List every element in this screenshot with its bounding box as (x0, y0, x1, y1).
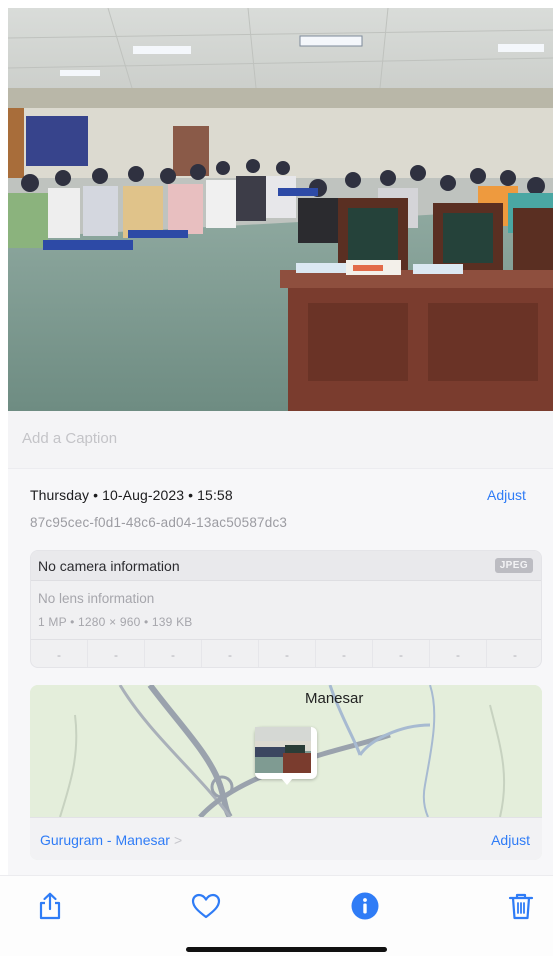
exif-cell: - (430, 640, 487, 667)
map-footer: Gurugram - Manesar > Adjust (30, 817, 542, 860)
bottom-toolbar (0, 875, 553, 956)
heart-icon[interactable] (190, 890, 222, 922)
camera-info-header: No camera information JPEG (31, 551, 541, 581)
exif-row: - - - - - - - - - (31, 639, 541, 667)
map-city-label: Manesar (305, 690, 364, 707)
location-map[interactable]: Manesar Gurugram - Manesar > Adjust (30, 685, 542, 860)
exif-cell: - (259, 640, 316, 667)
lens-info: No lens information (38, 591, 155, 606)
photo-datetime: Thursday • 10-Aug-2023 • 15:58 (30, 487, 233, 503)
exif-cell: - (316, 640, 373, 667)
photo-preview[interactable] (8, 8, 553, 411)
share-icon[interactable] (34, 890, 66, 922)
image-specs: 1 MP • 1280 × 960 • 139 KB (38, 615, 193, 629)
adjust-location-button[interactable]: Adjust (491, 832, 530, 848)
camera-info-panel: No camera information JPEG No lens infor… (30, 550, 542, 668)
exif-cell: - (202, 640, 259, 667)
exif-cell: - (88, 640, 145, 667)
camera-title: No camera information (38, 558, 180, 574)
exif-cell: - (31, 640, 88, 667)
info-icon[interactable] (349, 890, 381, 922)
exif-cell: - (513, 648, 517, 662)
adjust-datetime-button[interactable]: Adjust (487, 487, 526, 503)
location-link[interactable]: Gurugram - Manesar > (40, 832, 182, 848)
trash-icon[interactable] (505, 890, 537, 922)
chevron-right-icon: > (173, 832, 183, 848)
format-badge: JPEG (494, 558, 533, 573)
exif-cell: - (373, 640, 430, 667)
exif-cell: - (145, 640, 202, 667)
home-indicator[interactable] (186, 947, 387, 952)
photo-identifier: 87c95cec-f0d1-48c6-ad04-13ac50587dc3 (30, 515, 288, 530)
map-pin-pointer (281, 778, 293, 785)
caption-input[interactable]: Add a Caption (22, 430, 117, 447)
map-photo-pin[interactable] (255, 727, 317, 779)
